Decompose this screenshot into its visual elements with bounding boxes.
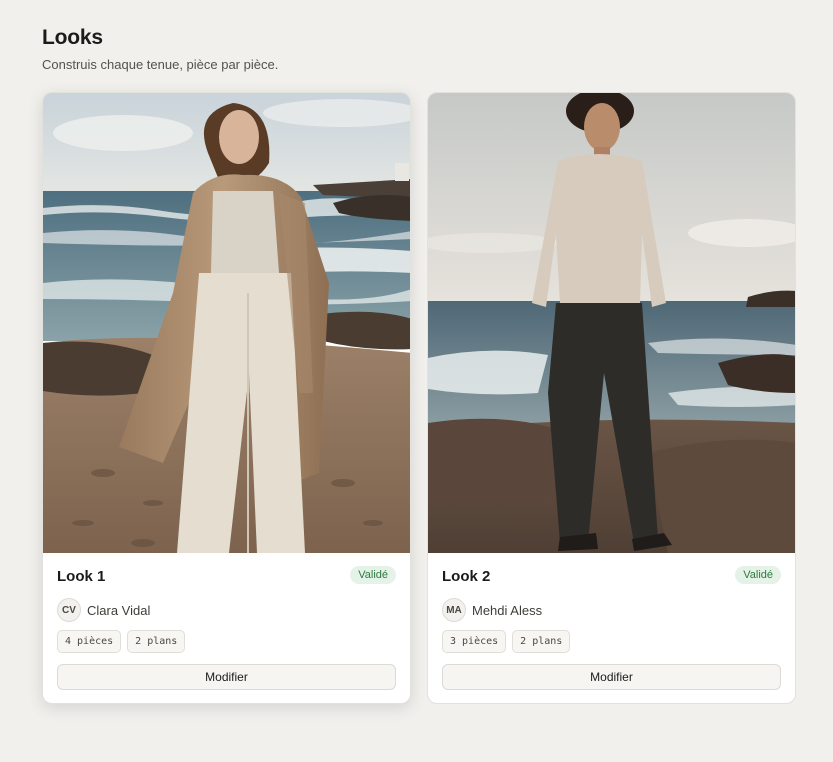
look-chips: 3 pièces 2 plans — [442, 630, 571, 653]
plans-chip: 2 plans — [512, 630, 571, 653]
page-subtitle: Construis chaque tenue, pièce par pièce. — [42, 57, 279, 72]
look-title: Look 1 — [57, 568, 106, 585]
owner-name: Clara Vidal — [87, 602, 151, 618]
owner-name: Mehdi Aless — [472, 602, 543, 618]
owner: CV Clara Vidal — [57, 598, 150, 622]
plans-chip: 2 plans — [127, 630, 186, 653]
avatar: CV — [57, 598, 81, 622]
pieces-chip: 4 pièces — [57, 630, 122, 653]
page-title: Looks — [42, 26, 103, 49]
edit-button[interactable]: Modifier — [57, 664, 396, 690]
edit-button[interactable]: Modifier — [442, 664, 781, 690]
status-badge: Validé — [350, 566, 396, 584]
pieces-chip: 3 pièces — [442, 630, 507, 653]
avatar: MA — [442, 598, 466, 622]
look-photo[interactable] — [428, 93, 795, 553]
look-chips: 4 pièces 2 plans — [57, 630, 186, 653]
look-photo[interactable] — [43, 93, 410, 553]
looks-grid: Look 1 Validé CV Clara Vidal 4 pièces 2 … — [42, 92, 797, 704]
status-badge: Validé — [735, 566, 781, 584]
look-card[interactable]: Look 2 Validé MA Mehdi Aless 3 pièces 2 … — [427, 92, 796, 704]
owner: MA Mehdi Aless — [442, 598, 542, 622]
look-title: Look 2 — [442, 568, 491, 585]
look-card[interactable]: Look 1 Validé CV Clara Vidal 4 pièces 2 … — [42, 92, 411, 704]
